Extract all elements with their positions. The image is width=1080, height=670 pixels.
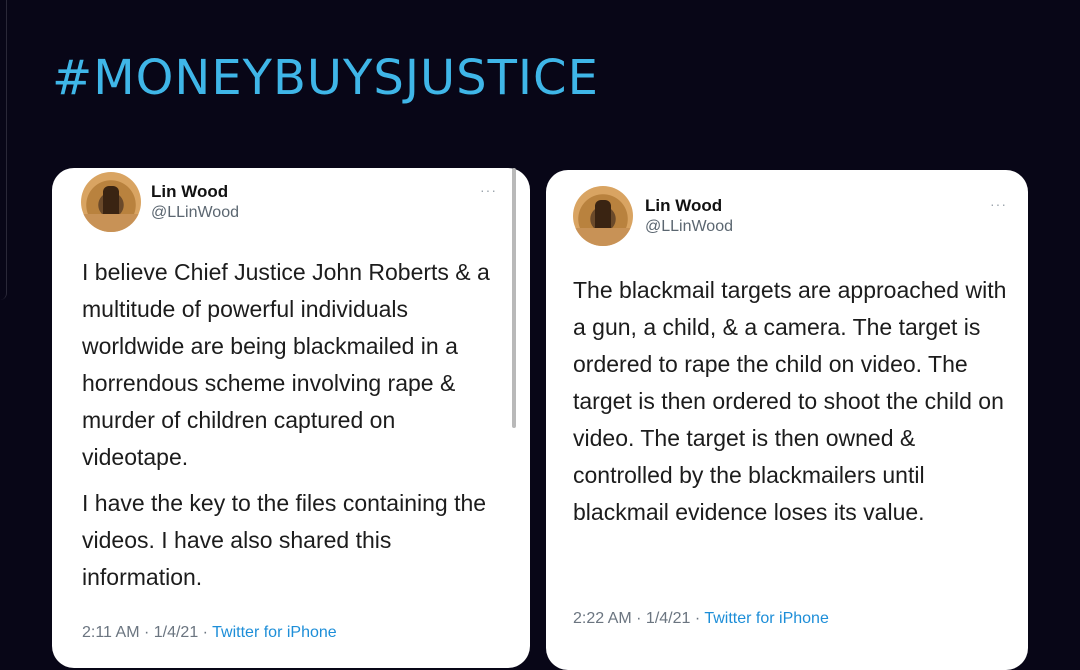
avatar[interactable] xyxy=(81,172,141,232)
tweet-card-2[interactable]: Lin Wood @LLinWood ··· The blackmail tar… xyxy=(546,170,1028,670)
tweet-author-handle[interactable]: @LLinWood xyxy=(645,218,733,236)
tweet-timestamp: 2:22 AM · 1/4/21 · xyxy=(573,610,705,627)
tweet-author-handle[interactable]: @LLinWood xyxy=(151,204,239,222)
more-options-icon[interactable]: ··· xyxy=(990,196,1007,212)
scrollbar[interactable] xyxy=(512,168,516,428)
avatar[interactable] xyxy=(573,186,633,246)
tweet-source-link[interactable]: Twitter for iPhone xyxy=(212,624,337,641)
more-options-icon[interactable]: ··· xyxy=(480,182,497,198)
tweet-meta: 2:11 AM · 1/4/21 · Twitter for iPhone xyxy=(82,624,337,642)
tweet-author-name[interactable]: Lin Wood xyxy=(645,196,722,216)
tweet-text-paragraph-1: The blackmail targets are approached wit… xyxy=(573,277,1007,525)
tweet-meta: 2:22 AM · 1/4/21 · Twitter for iPhone xyxy=(573,610,829,628)
tweet-timestamp: 2:11 AM · 1/4/21 · xyxy=(82,624,213,641)
tweet-card-1[interactable]: Lin Wood @LLinWood ··· I believe Chief J… xyxy=(52,168,530,668)
tweet-source-link[interactable]: Twitter for iPhone xyxy=(704,610,829,627)
tweet-author-name[interactable]: Lin Wood xyxy=(151,182,228,202)
tweet-text-paragraph-2: I have the key to the files containing t… xyxy=(82,490,487,590)
frame-edge xyxy=(0,0,7,300)
page-title: #MONEYBUYSJUSTICE xyxy=(52,50,599,106)
tweet-text-paragraph-1: I believe Chief Justice John Roberts & a… xyxy=(82,259,490,470)
